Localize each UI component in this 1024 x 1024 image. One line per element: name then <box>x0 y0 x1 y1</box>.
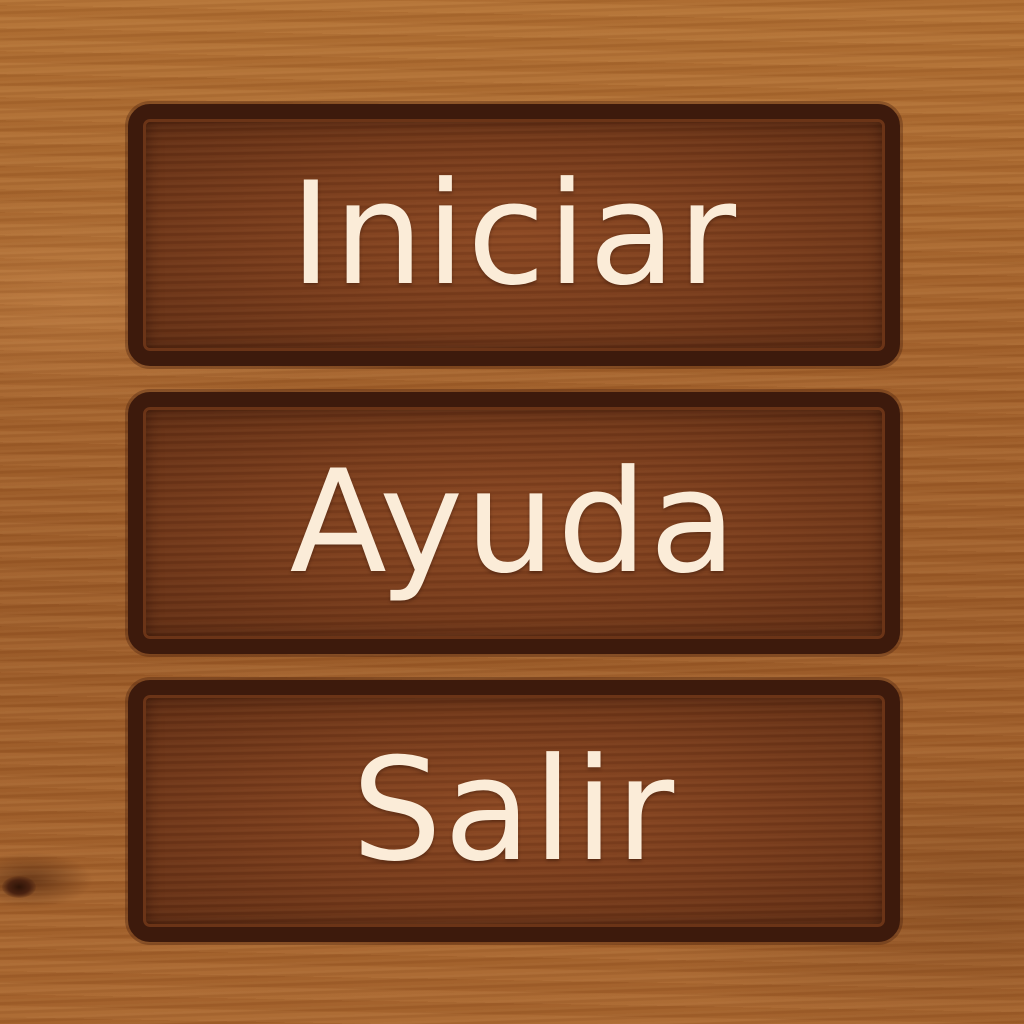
help-button[interactable]: Ayuda <box>128 392 900 654</box>
start-button[interactable]: Iniciar <box>128 104 900 366</box>
exit-button[interactable]: Salir <box>128 680 900 942</box>
main-menu: Iniciar Ayuda Salir <box>128 104 900 942</box>
exit-button-label: Salir <box>351 728 677 893</box>
wood-knot <box>2 876 36 898</box>
help-button-label: Ayuda <box>289 440 739 605</box>
start-button-label: Iniciar <box>289 152 739 317</box>
